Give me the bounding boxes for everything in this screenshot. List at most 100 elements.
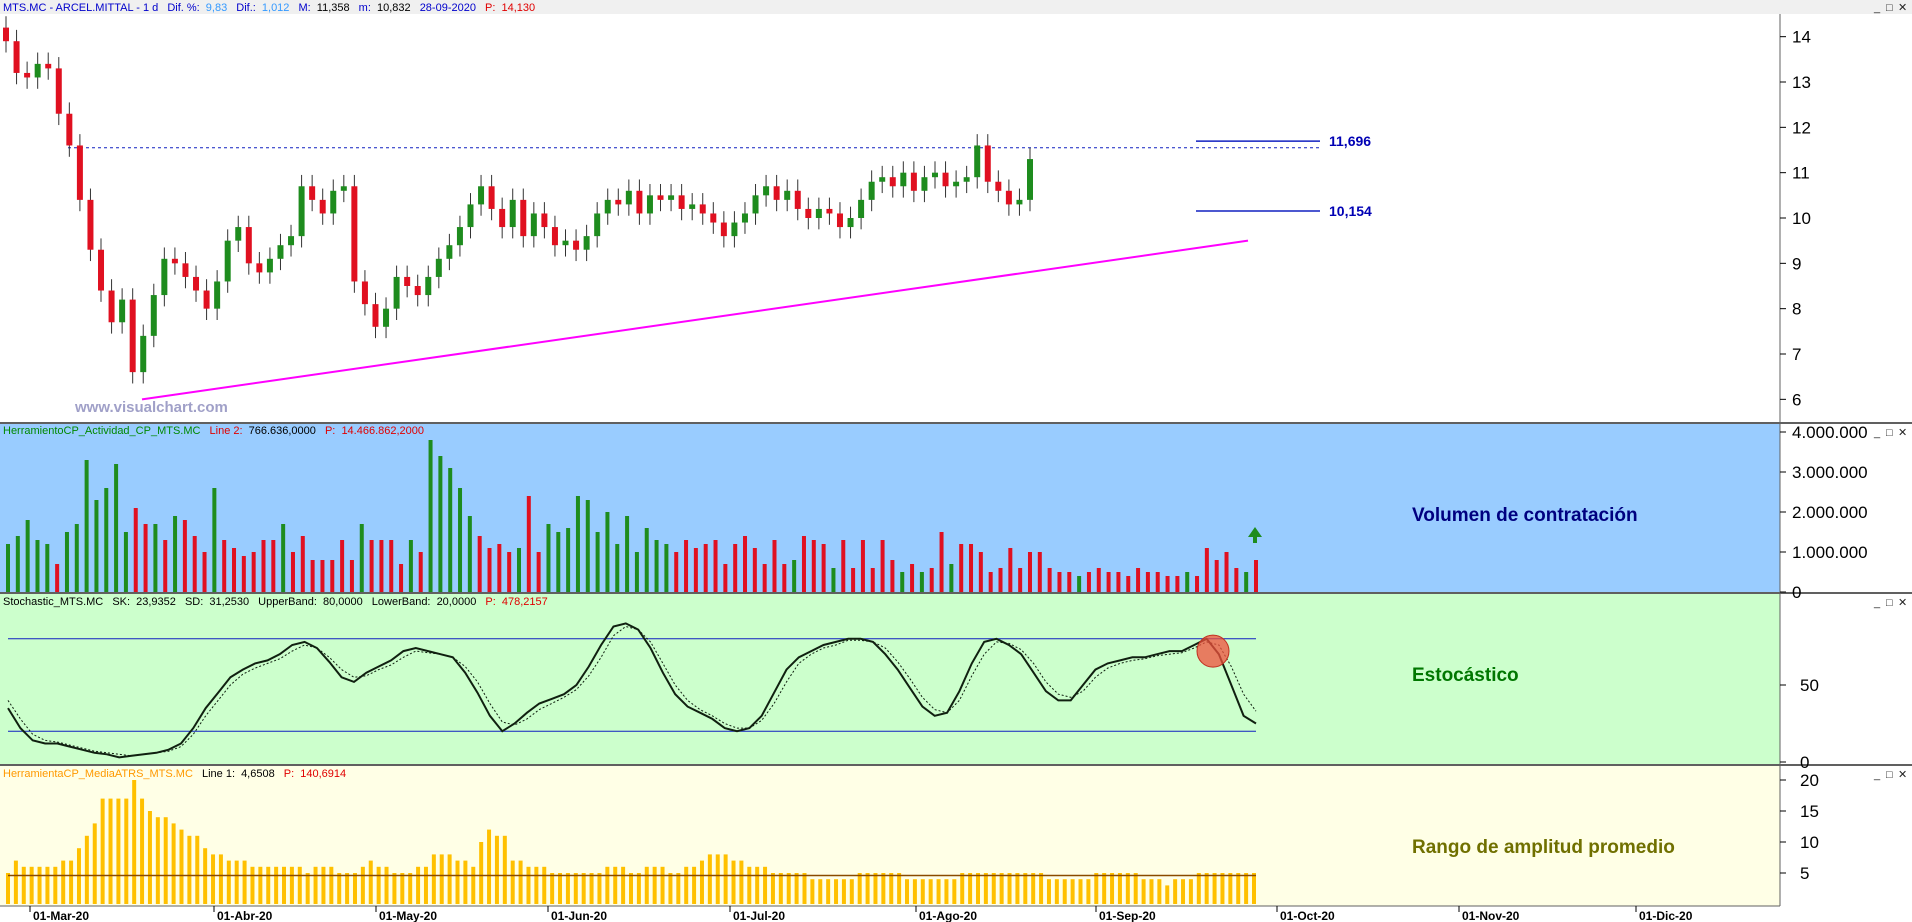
maximize-icon[interactable]: □ [1886,769,1893,781]
candle-body [393,276,400,309]
candle-body [1005,190,1012,205]
atr-bar [692,866,697,904]
volume-bar [1195,576,1200,592]
candle-body [995,181,1002,191]
atr-bar [660,866,665,904]
volume-bar [349,560,354,592]
volume-bar [556,532,561,592]
atr-bar [100,798,105,904]
atr-bar [1094,873,1099,904]
volume-bar [684,540,689,592]
candle-body [108,290,115,323]
atr-bar [124,798,129,904]
candle-body [76,145,83,200]
close-icon[interactable]: ✕ [1898,427,1907,439]
volume-bar [222,540,227,592]
volume-bar [1204,548,1209,592]
volume-window-buttons[interactable]: _ □ ✕ [1873,427,1907,439]
atr-bar [29,866,34,904]
y-tick-label: 6 [1792,390,1801,409]
candle-body [509,199,516,228]
atr-bar [479,842,484,904]
candle-body [245,227,252,264]
price-header: MTS.MC - ARCEL.MITTAL - 1 d Dif. %: 9,83… [3,2,535,14]
volume-axis: 4.000.000 3.000.000 2.000.000 1.000.000 0 [1780,423,1868,602]
atr-bar [274,866,279,904]
atr-bar [818,879,823,904]
candle-body [826,208,833,214]
candle-body [1027,159,1033,200]
candle-body [235,227,242,241]
chart-window: MTS.MC - ARCEL.MITTAL - 1 d Dif. %: 9,83… [0,0,1912,922]
y-tick-label: 0 [1800,753,1809,772]
x-tick-label: 01-Jun-20 [551,909,607,922]
maximize-icon[interactable]: □ [1886,2,1893,14]
atr-bar [770,873,775,904]
atr-bar [912,879,917,904]
atr-bar [826,879,831,904]
maximize-icon[interactable]: □ [1886,427,1893,439]
y-tick-label: 50 [1800,676,1819,695]
atr-bar [558,873,563,904]
volume-bar [1018,568,1023,592]
volume-bar [133,508,138,592]
volume-bar [1234,568,1239,592]
maximize-icon[interactable]: □ [1886,597,1893,609]
price-window-buttons[interactable]: _ □ ✕ [1873,2,1907,14]
y-tick-label: 14 [1792,28,1811,47]
atr-bar [699,860,704,904]
atr-window-buttons[interactable]: _ □ ✕ [1873,769,1907,781]
price-panel [0,14,1780,422]
candle-body [963,177,970,182]
volume-bar [1224,552,1229,592]
volume-bar [988,572,993,592]
minimize-icon[interactable]: _ [1873,2,1881,14]
stochastic-window-buttons[interactable]: _ □ ✕ [1873,597,1907,609]
atr-bar [991,873,996,904]
atr-bar [1102,873,1107,904]
volume-bar [566,528,571,592]
close-icon[interactable]: ✕ [1898,597,1907,609]
atr-bar [487,829,492,904]
atr-bar [360,866,365,904]
x-tick-label: 01-Ago-20 [919,909,977,922]
close-icon[interactable]: ✕ [1898,769,1907,781]
y-tick-label: 1.000.000 [1792,543,1868,562]
atr-bar [132,780,137,904]
candle-body [900,172,907,187]
volume-bar [615,544,620,592]
atr-bar [250,866,255,904]
atr-bar [1181,879,1186,904]
y-tick-label: 8 [1792,300,1801,319]
candle-body [330,190,337,214]
atr-bar [1054,879,1059,904]
minimize-icon[interactable]: _ [1873,427,1881,439]
volume-bar [467,516,472,592]
candle-body [351,186,358,282]
volume-bar [1165,576,1170,592]
x-tick-label: 01-Nov-20 [1462,909,1520,922]
atr-bar [928,879,933,904]
atr-bar [629,873,633,904]
close-icon[interactable]: ✕ [1898,2,1907,14]
atr-bar [1086,879,1091,904]
volume-bar [811,540,816,592]
atr-bar [187,835,192,904]
candle-body [678,195,685,209]
atr-bar [897,873,902,904]
candle-body [763,186,770,196]
minimize-icon[interactable]: _ [1873,769,1881,781]
atr-bar [337,873,342,904]
candle-body [3,27,9,42]
minimize-icon[interactable]: _ [1873,597,1881,609]
candle-body [361,281,368,305]
volume-bar [1126,576,1131,592]
atr-bar [92,823,97,904]
atr-bar [920,879,925,904]
watermark: www.visualchart.com [74,399,228,416]
atr-bar [1204,873,1209,904]
atr-bar [13,860,18,904]
volume-bar [55,564,60,592]
volume-bar [1008,548,1013,592]
volume-bar [487,548,492,592]
